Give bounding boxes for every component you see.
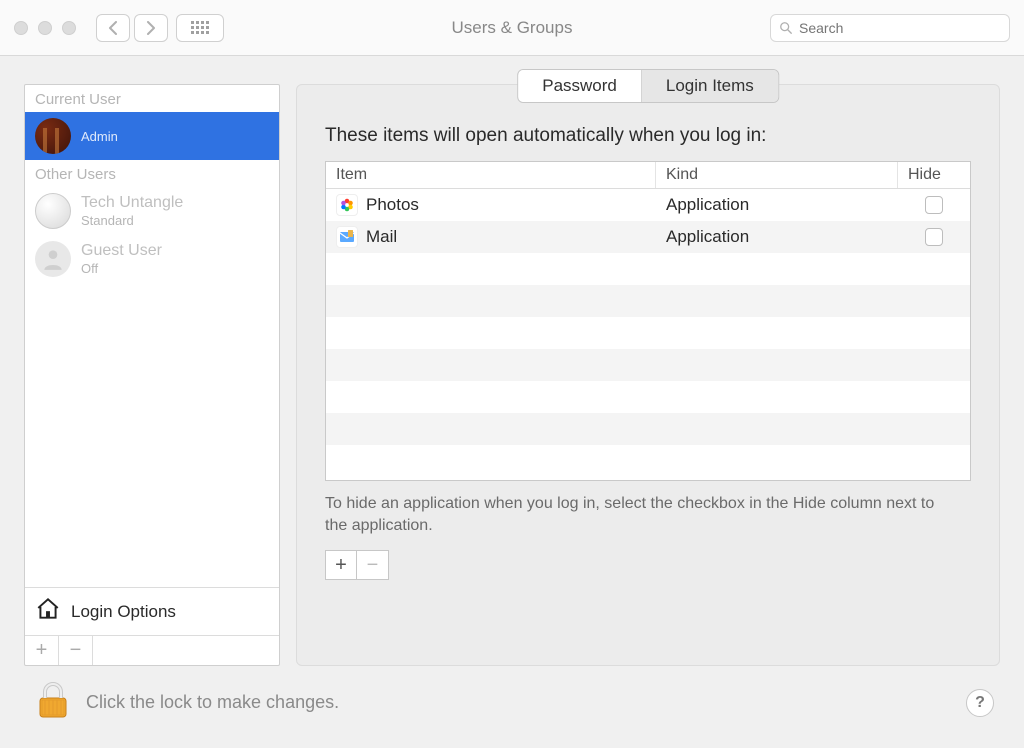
login-items-buttons: + − xyxy=(325,550,971,580)
column-header-kind[interactable]: Kind xyxy=(656,162,898,188)
item-kind: Application xyxy=(656,195,898,215)
toolbar-nav xyxy=(96,14,168,42)
tab-password[interactable]: Password xyxy=(518,70,642,102)
remove-login-item-button[interactable]: − xyxy=(357,550,389,580)
sidebar-footer: + − xyxy=(25,635,279,665)
search-input[interactable] xyxy=(793,19,1001,37)
sidebar-current-user[interactable]: Admin xyxy=(25,112,279,160)
search-field[interactable] xyxy=(770,14,1010,42)
hide-checkbox[interactable] xyxy=(925,196,943,214)
current-user-role: Admin xyxy=(81,129,118,144)
lock-text: Click the lock to make changes. xyxy=(86,692,339,713)
lock-row: Click the lock to make changes. ? xyxy=(0,666,1024,725)
sidebar-user-guest[interactable]: Guest User Off xyxy=(25,235,279,283)
panel-heading: These items will open automatically when… xyxy=(325,125,971,147)
current-user-section-label: Current User xyxy=(25,85,279,112)
fullscreen-window-button[interactable] xyxy=(62,21,76,35)
user-name: Guest User xyxy=(81,242,162,260)
user-role: Standard xyxy=(81,213,183,228)
minimize-window-button[interactable] xyxy=(38,21,52,35)
users-sidebar: Current User Admin Other Users Tech Unta… xyxy=(24,84,280,666)
login-items-table: Item Kind Hide Photos Application xyxy=(325,161,971,481)
login-options-button[interactable]: Login Options xyxy=(25,587,279,635)
avatar-icon xyxy=(35,193,71,229)
add-user-button[interactable]: + xyxy=(25,636,59,665)
table-header: Item Kind Hide xyxy=(326,162,970,189)
show-all-button[interactable] xyxy=(176,14,224,42)
avatar-icon xyxy=(35,241,71,277)
item-name: Photos xyxy=(366,195,419,215)
help-button[interactable]: ? xyxy=(966,689,994,717)
tab-login-items[interactable]: Login Items xyxy=(642,70,778,102)
house-icon xyxy=(35,596,61,627)
hint-text: To hide an application when you log in, … xyxy=(325,493,945,536)
grid-icon xyxy=(191,21,209,34)
photos-app-icon xyxy=(336,194,358,216)
window-traffic-lights xyxy=(14,21,76,35)
login-options-label: Login Options xyxy=(71,602,176,622)
lock-icon[interactable] xyxy=(36,680,70,725)
hide-checkbox[interactable] xyxy=(925,228,943,246)
user-role: Off xyxy=(81,261,162,276)
other-users-section-label: Other Users xyxy=(25,160,279,187)
column-header-hide[interactable]: Hide xyxy=(898,162,970,188)
sidebar-user-tech-untangle[interactable]: Tech Untangle Standard xyxy=(25,187,279,235)
window-toolbar: Users & Groups xyxy=(0,0,1024,56)
column-header-item[interactable]: Item xyxy=(326,162,656,188)
main-panel: Password Login Items These items will op… xyxy=(296,84,1000,666)
remove-user-button[interactable]: − xyxy=(59,636,93,665)
avatar-icon xyxy=(35,118,71,154)
table-row[interactable]: Mail Application xyxy=(326,221,970,253)
user-name: Tech Untangle xyxy=(81,194,183,212)
close-window-button[interactable] xyxy=(14,21,28,35)
search-icon xyxy=(779,21,793,35)
table-row[interactable]: Photos Application xyxy=(326,189,970,221)
item-name: Mail xyxy=(366,227,397,247)
back-button[interactable] xyxy=(96,14,130,42)
forward-button[interactable] xyxy=(134,14,168,42)
tab-bar: Password Login Items xyxy=(517,69,779,103)
item-kind: Application xyxy=(656,227,898,247)
mail-app-icon xyxy=(336,226,358,248)
add-login-item-button[interactable]: + xyxy=(325,550,357,580)
